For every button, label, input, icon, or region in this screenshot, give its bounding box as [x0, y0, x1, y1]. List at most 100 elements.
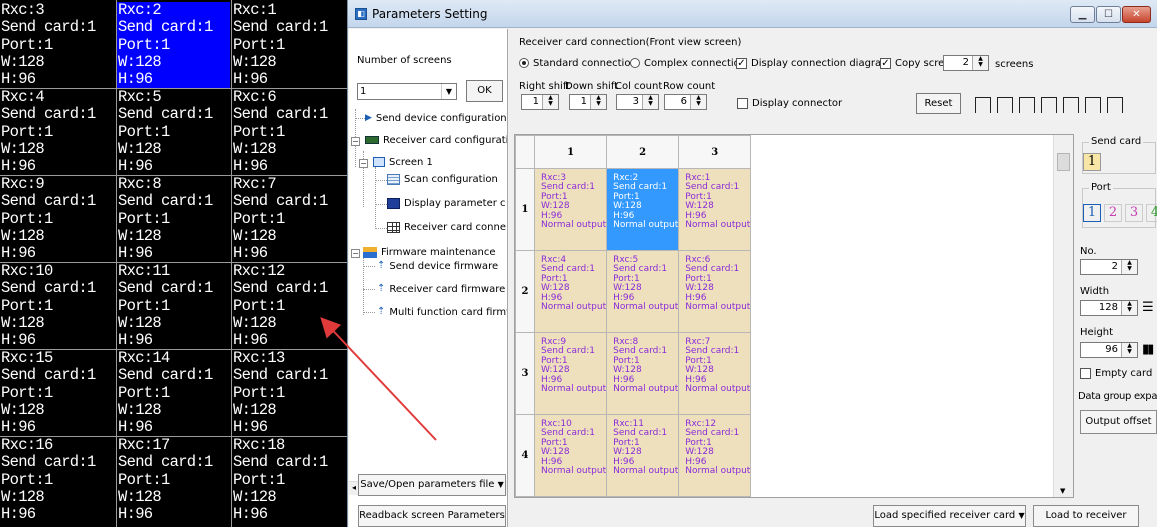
readback-screen-parameters-button[interactable]: Readback screen Parameters	[358, 505, 506, 527]
tree-item-send-device-configuration[interactable]: ▶ Send device configuration	[365, 109, 507, 127]
stepper-arrows-icon[interactable]: ▲ ▼	[972, 56, 988, 70]
output-offset-button[interactable]: Output offset	[1080, 410, 1157, 434]
receiver-card-cell[interactable]: Rxc:1 Send card:1 Port:1 W:128 H:96 Normal ou…	[678, 168, 752, 251]
receiver-card-cell[interactable]: Rxc:4 Send card:1 Port:1 W:128 H:96 Normal ou…	[533, 250, 608, 333]
preview-cell-w: W:128	[233, 52, 277, 71]
ok-button[interactable]: OK	[466, 80, 503, 102]
grid-row-header[interactable]: 1	[515, 168, 535, 251]
wiring-pattern-6-icon[interactable]	[1085, 97, 1101, 113]
scroll-down-icon[interactable]: ▼	[1060, 487, 1065, 495]
minimize-button[interactable]: ▁	[1070, 6, 1095, 23]
stepper-arrows-icon[interactable]: ▲ ▼	[690, 95, 706, 109]
receiver-card-cell[interactable]: Rxc:2 Send card:1 Port:1 W:128 H:96 Normal ou…	[606, 168, 680, 251]
number-of-screens-select[interactable]: 1 ▼	[357, 83, 457, 100]
save-open-parameters-button[interactable]: Save/Open parameters file ▼	[358, 474, 506, 496]
width-stepper[interactable]: 128 ▲ ▼	[1080, 300, 1138, 316]
tree-item-label: Multi function card firmw	[389, 307, 507, 318]
receiver-card-cell[interactable]: Rxc:9 Send card:1 Port:1 W:128 H:96 Normal ou…	[533, 332, 608, 415]
wiring-pattern-7-icon[interactable]	[1107, 97, 1123, 113]
send-card-value[interactable]: 1	[1083, 153, 1101, 171]
copy-screen-count-stepper[interactable]: 2 ▲ ▼	[943, 55, 989, 71]
preview-gridline	[0, 436, 347, 437]
scrollbar-thumb[interactable]	[1057, 153, 1070, 171]
scroll-left-icon[interactable]: ◂	[352, 483, 356, 492]
load-to-receiver-card-button[interactable]: Load to receiver card	[1033, 505, 1139, 527]
tree-item-scan-configuration[interactable]: Scan configuration	[387, 171, 498, 189]
col-count-stepper[interactable]: 3 ▲ ▼	[616, 94, 659, 110]
cell-out: Normal output	[613, 302, 679, 313]
reset-button[interactable]: Reset	[916, 93, 961, 114]
grid-vertical-scrollbar[interactable]: ▼	[1053, 135, 1073, 497]
stepper-arrows-icon[interactable]: ▲ ▼	[642, 95, 658, 109]
load-specified-receiver-card-button[interactable]: Load specified receiver card ▼	[873, 505, 1026, 527]
chevron-down-icon[interactable]: ▼	[441, 84, 456, 99]
grid-column-header[interactable]: 3	[678, 135, 752, 169]
receiver-card-cell[interactable]: Rxc:6 Send card:1 Port:1 W:128 H:96 Normal ou…	[678, 250, 752, 333]
collapse-toggle[interactable]: −	[351, 137, 360, 146]
preview-cell-rxc: Rxc:8	[118, 176, 162, 193]
checkbox-label: Display connection diagram	[751, 58, 891, 69]
wiring-pattern-5-icon[interactable]	[1063, 97, 1079, 113]
grid-column-header[interactable]: 1	[533, 135, 608, 169]
complex-connection-radio[interactable]: Complex connection	[630, 57, 746, 71]
title-bar[interactable]: ◧ Parameters Setting ▁ ☐ ✕	[348, 0, 1157, 28]
receiver-card-cell[interactable]: Rxc:11 Send card:1 Port:1 W:128 H:96 Normal o…	[606, 414, 680, 497]
grid-icon	[387, 221, 400, 233]
stepper-arrows-icon[interactable]: ▲ ▼	[1121, 301, 1137, 315]
empty-card-checkbox[interactable]: Empty card	[1080, 367, 1152, 381]
row-count-stepper[interactable]: 6 ▲ ▼	[664, 94, 707, 110]
wiring-pattern-3-icon[interactable]	[1019, 97, 1035, 113]
receiver-card-cell[interactable]: Rxc:5 Send card:1 Port:1 W:128 H:96 Normal ou…	[606, 250, 680, 333]
wiring-pattern-2-icon[interactable]	[997, 97, 1013, 113]
preview-cell-w: W:128	[118, 313, 162, 332]
equal-width-icon[interactable]: ☰	[1142, 300, 1154, 315]
collapse-toggle[interactable]: −	[351, 249, 360, 258]
down-shift-label: Down shift	[565, 81, 619, 92]
tree-item-screen-1[interactable]: Screen 1	[373, 154, 433, 172]
grid-column-header[interactable]: 2	[606, 135, 680, 169]
data-group-expansion-button[interactable]: Data group expansion	[1078, 391, 1157, 402]
collapse-toggle[interactable]: −	[359, 159, 368, 168]
tree-item-multi-function-card-firmware[interactable]: ⇡ Multi function card firmw	[377, 303, 507, 321]
maximize-button[interactable]: ☐	[1096, 6, 1121, 23]
send-card-label: Send card	[1089, 136, 1144, 147]
display-connection-diagram-checkbox[interactable]: ✓ Display connection diagram	[736, 57, 891, 71]
tree-item-receiver-card-firmware[interactable]: ⇡ Receiver card firmware	[377, 280, 505, 298]
receiver-card-cell[interactable]: Rxc:8 Send card:1 Port:1 W:128 H:96 Normal ou…	[606, 332, 680, 415]
grid-row-header[interactable]: 3	[515, 332, 535, 415]
preview-cell-h: H:96	[118, 418, 153, 437]
close-button[interactable]: ✕	[1122, 6, 1151, 23]
port-2-button[interactable]: 2	[1104, 204, 1122, 222]
grid-row-header[interactable]: 2	[515, 250, 535, 333]
receiver-card-cell[interactable]: Rxc:12 Send card:1 Port:1 W:128 H:96 Normal o…	[678, 414, 752, 497]
stepper-arrows-icon[interactable]: ▲ ▼	[1121, 343, 1137, 357]
port-3-button[interactable]: 3	[1125, 204, 1143, 222]
display-connector-checkbox[interactable]: Display connector	[737, 97, 842, 111]
wiring-pattern-1-icon[interactable]	[975, 97, 991, 113]
wiring-pattern-4-icon[interactable]	[1041, 97, 1057, 113]
preview-cell-w: W:128	[233, 487, 277, 506]
stepper-arrows-icon[interactable]: ▲ ▼	[1121, 260, 1137, 274]
tree-item-display-parameter[interactable]: Display parameter c	[387, 195, 506, 213]
receiver-card-cell[interactable]: Rxc:3 Send card:1 Port:1 W:128 H:96 Normal ou…	[533, 168, 608, 251]
chevron-down-icon: ▼	[1018, 511, 1025, 520]
right-shift-stepper[interactable]: 1 ▲ ▼	[521, 94, 559, 110]
port-4-button[interactable]: 4	[1146, 204, 1157, 222]
receiver-card-cell[interactable]: Rxc:10 Send card:1 Port:1 W:128 H:96 Normal o…	[533, 414, 608, 497]
standard-connection-radio[interactable]: Standard connection	[519, 57, 637, 71]
height-stepper[interactable]: 96 ▲ ▼	[1080, 342, 1138, 358]
no-stepper[interactable]: 2 ▲ ▼	[1080, 259, 1138, 275]
tree-item-receiver-card-configuration[interactable]: Receiver card configuration	[365, 132, 507, 150]
stepper-arrows-icon[interactable]: ▲ ▼	[542, 95, 558, 109]
stepper-arrows-icon[interactable]: ▲ ▼	[590, 95, 606, 109]
equal-height-icon[interactable]: ▮▮	[1142, 342, 1154, 357]
grid-row-header[interactable]: 4	[515, 414, 535, 497]
tree-item-send-device-firmware[interactable]: ⇡ Send device firmware	[377, 257, 498, 275]
preview-cell: Rxc:13 Send card:1 Port:1 W:128 H:96	[232, 350, 347, 437]
tree-item-receiver-card-connection[interactable]: Receiver card conne	[387, 219, 506, 237]
preview-cell-h: H:96	[233, 331, 268, 350]
receiver-card-cell[interactable]: Rxc:7 Send card:1 Port:1 W:128 H:96 Normal ou…	[678, 332, 752, 415]
port-1-button[interactable]: 1	[1083, 204, 1101, 222]
led-preview-area: Rxc:3 Send card:1 Port:1 W:128 H:96 Rxc:2 Send…	[0, 0, 347, 527]
down-shift-stepper[interactable]: 1 ▲ ▼	[569, 94, 607, 110]
